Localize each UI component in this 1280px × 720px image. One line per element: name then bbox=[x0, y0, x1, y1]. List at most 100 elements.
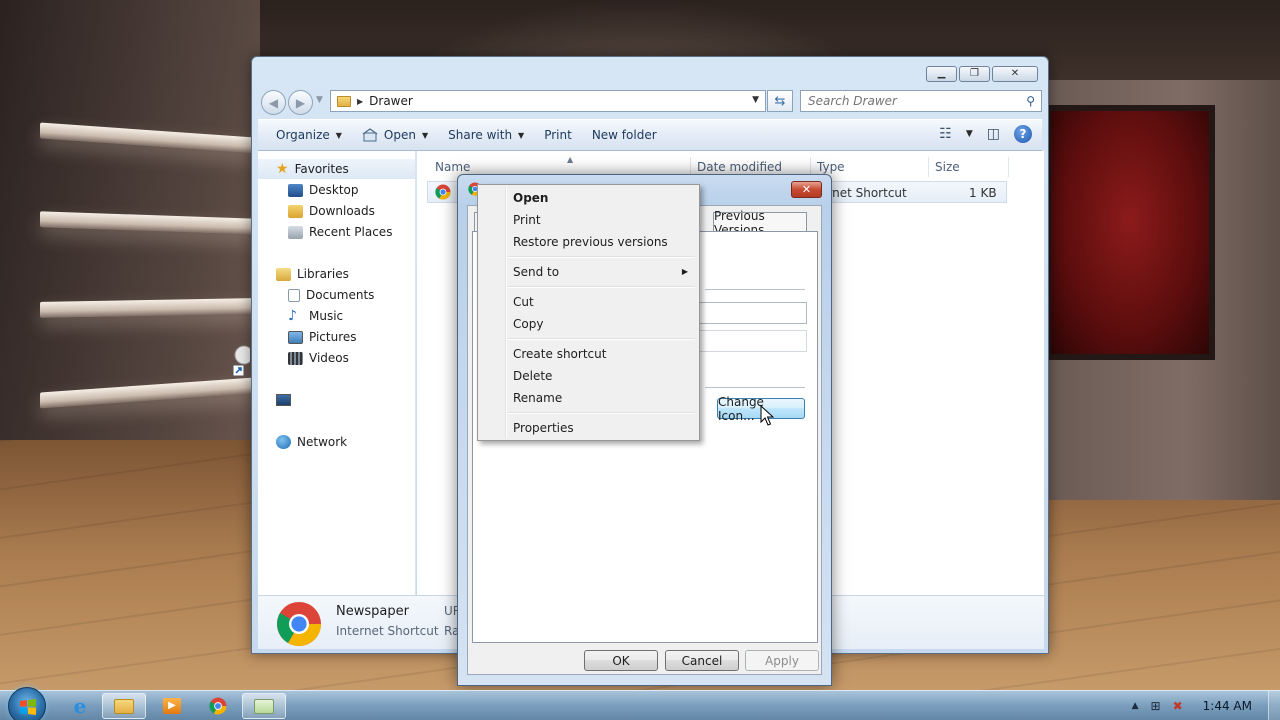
menu-item-send-to[interactable]: Send to ▶ bbox=[480, 261, 697, 283]
cancel-button[interactable]: Cancel bbox=[665, 650, 739, 671]
star-icon: ★ bbox=[276, 161, 289, 177]
media-player-icon: ▶ bbox=[163, 698, 181, 714]
recent-pages-dropdown[interactable]: ▼ bbox=[316, 95, 323, 105]
menu-item-print[interactable]: Print bbox=[480, 209, 697, 231]
navigation-bar: ◀ ▶ ▼ ▶ Drawer ▼ ⇆ ⚲ bbox=[260, 89, 1042, 115]
nav-downloads-label: Downloads bbox=[309, 204, 375, 218]
menu-separator bbox=[508, 286, 695, 288]
nav-videos[interactable]: Videos bbox=[258, 348, 349, 368]
menu-item-print-label: Print bbox=[513, 213, 541, 227]
sort-ascending-icon: ▲ bbox=[567, 155, 574, 164]
ok-button[interactable]: OK bbox=[584, 650, 658, 671]
maximize-button[interactable]: ❐ bbox=[959, 66, 990, 82]
view-dropdown-icon[interactable]: ▼ bbox=[966, 129, 973, 139]
menu-item-properties[interactable]: Properties bbox=[480, 417, 697, 439]
menu-item-delete-label: Delete bbox=[513, 369, 553, 383]
nav-computer[interactable] bbox=[258, 390, 291, 410]
taskbar-internet-explorer[interactable]: e bbox=[58, 693, 102, 719]
ok-label: OK bbox=[612, 653, 630, 668]
apply-button[interactable]: Apply bbox=[745, 650, 819, 671]
menu-item-restore-previous-versions[interactable]: Restore previous versions bbox=[480, 231, 697, 253]
nav-pictures-label: Pictures bbox=[309, 330, 357, 344]
start-button[interactable] bbox=[8, 687, 46, 720]
menu-item-cut[interactable]: Cut bbox=[480, 291, 697, 313]
close-button[interactable]: ✕ bbox=[992, 66, 1038, 82]
open-button[interactable]: Open ▼ bbox=[356, 128, 442, 142]
nav-favorites-label: Favorites bbox=[294, 162, 349, 176]
navigation-pane: ★ Favorites Desktop Downloads Recent Pla… bbox=[258, 151, 416, 595]
folder-icon bbox=[337, 95, 351, 107]
taskbar-media-player[interactable]: ▶ bbox=[150, 693, 194, 719]
taskbar-clock[interactable]: 1:44 AM bbox=[1203, 699, 1252, 713]
nav-recent-places-label: Recent Places bbox=[309, 225, 393, 239]
computer-icon bbox=[276, 394, 291, 406]
preview-pane-icon[interactable]: ◫ bbox=[987, 126, 1000, 142]
search-box[interactable]: ⚲ bbox=[800, 90, 1042, 112]
desktop-shortcut-icon[interactable] bbox=[230, 343, 254, 379]
search-input[interactable] bbox=[808, 94, 1008, 108]
forward-button[interactable]: ▶ bbox=[288, 90, 313, 115]
open-icon bbox=[362, 128, 378, 142]
menu-item-rename[interactable]: Rename bbox=[480, 387, 697, 409]
nav-downloads[interactable]: Downloads bbox=[258, 201, 375, 221]
back-button[interactable]: ◀ bbox=[261, 90, 286, 115]
chrome-icon bbox=[209, 697, 227, 715]
nav-favorites[interactable]: ★ Favorites bbox=[258, 159, 415, 179]
window-caption-buttons: ▁ ❐ ✕ bbox=[926, 66, 1038, 82]
menu-item-create-shortcut[interactable]: Create shortcut bbox=[480, 343, 697, 365]
change-view-icon[interactable]: ☷ bbox=[939, 126, 952, 142]
shortcut-key-field[interactable] bbox=[695, 330, 807, 352]
share-with-button[interactable]: Share with ▼ bbox=[442, 128, 538, 142]
column-name-label: Name bbox=[435, 160, 471, 174]
nav-desktop[interactable]: Desktop bbox=[258, 180, 359, 200]
tab-previous-versions[interactable]: Previous Versions bbox=[713, 209, 807, 237]
url-field[interactable] bbox=[695, 302, 807, 324]
desktop-red-panel bbox=[1045, 105, 1215, 360]
context-menu: Open Print Restore previous versions Sen… bbox=[477, 184, 700, 441]
breadcrumb-arrow-icon[interactable]: ▶ bbox=[357, 97, 363, 106]
dialog-close-button[interactable]: ✕ bbox=[791, 181, 822, 198]
menu-item-copy[interactable]: Copy bbox=[480, 313, 697, 335]
new-folder-button[interactable]: New folder bbox=[586, 128, 671, 142]
libraries-icon bbox=[276, 267, 291, 281]
nav-pictures[interactable]: Pictures bbox=[258, 327, 357, 347]
menu-item-open[interactable]: Open bbox=[480, 187, 697, 209]
network-icon bbox=[276, 435, 291, 449]
taskbar-chrome[interactable] bbox=[196, 693, 240, 719]
address-dropdown-icon[interactable]: ▼ bbox=[752, 95, 759, 105]
address-bar[interactable]: ▶ Drawer ▼ bbox=[330, 90, 766, 112]
menu-item-create-shortcut-label: Create shortcut bbox=[513, 347, 607, 361]
address-path[interactable]: Drawer bbox=[369, 94, 413, 108]
nav-recent-places[interactable]: Recent Places bbox=[258, 222, 392, 242]
nav-libraries[interactable]: Libraries bbox=[258, 264, 349, 284]
network-status-icon[interactable]: ⊞ bbox=[1151, 699, 1161, 713]
organize-button[interactable]: Organize ▼ bbox=[270, 128, 356, 142]
column-type-label: Type bbox=[817, 160, 845, 174]
volume-muted-icon[interactable]: ✖ bbox=[1173, 699, 1183, 713]
internet-explorer-icon: e bbox=[73, 694, 87, 718]
share-with-label: Share with bbox=[448, 128, 513, 142]
search-icon[interactable]: ⚲ bbox=[1026, 94, 1035, 108]
menu-separator bbox=[508, 412, 695, 414]
videos-icon bbox=[288, 351, 303, 365]
cancel-label: Cancel bbox=[681, 653, 723, 668]
show-hidden-icons-icon[interactable]: ▲ bbox=[1132, 701, 1139, 711]
apply-label: Apply bbox=[765, 653, 799, 668]
nav-music[interactable]: ♪ Music bbox=[258, 306, 343, 326]
refresh-button[interactable]: ⇆ bbox=[767, 90, 793, 112]
column-header-size[interactable]: Size bbox=[929, 157, 1009, 177]
nav-network[interactable]: Network bbox=[258, 432, 347, 452]
open-label: Open bbox=[383, 128, 416, 142]
nav-desktop-label: Desktop bbox=[309, 183, 359, 197]
print-button[interactable]: Print bbox=[538, 128, 586, 142]
show-desktop-button[interactable] bbox=[1268, 691, 1280, 720]
music-icon: ♪ bbox=[288, 308, 297, 324]
menu-item-delete[interactable]: Delete bbox=[480, 365, 697, 387]
minimize-button[interactable]: ▁ bbox=[926, 66, 957, 82]
taskbar-windows-explorer[interactable] bbox=[102, 693, 146, 719]
details-file-type: Internet Shortcut bbox=[336, 624, 439, 638]
help-icon[interactable]: ? bbox=[1014, 125, 1032, 143]
menu-item-cut-label: Cut bbox=[513, 295, 534, 309]
taskbar-properties-window[interactable] bbox=[242, 693, 286, 719]
nav-documents[interactable]: Documents bbox=[258, 285, 374, 305]
